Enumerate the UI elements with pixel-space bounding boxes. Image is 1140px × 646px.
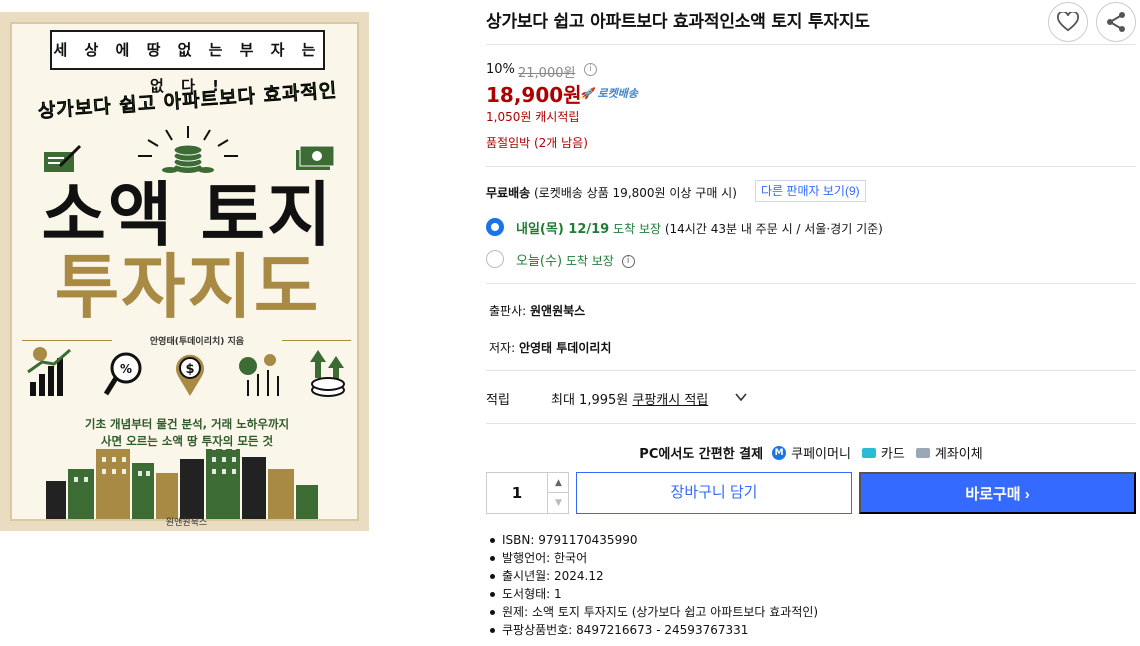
buy-now-label: 바로구매 xyxy=(965,486,1021,503)
buy-now-button[interactable]: 바로구매 › xyxy=(859,472,1136,514)
quantity-increase-icon[interactable]: ▲ xyxy=(547,473,569,493)
free-shipping-label: 무료배송 xyxy=(486,186,531,200)
publisher-info: 출판사: 원앤원북스 xyxy=(489,302,585,319)
heart-icon xyxy=(1057,12,1079,32)
list-item: 출시년월: 2024.12 xyxy=(488,567,818,585)
product-title: 상가보다 쉽고 아파트보다 효과적인소액 토지 투자지도 xyxy=(486,12,870,32)
points-divider xyxy=(486,423,1136,424)
cover-finance-symbols: % $ xyxy=(27,347,345,397)
cover-title-line1: 소액 토지 xyxy=(41,174,334,256)
author-info: 저자: 안영태 투데이리치 xyxy=(489,339,611,356)
author-name: 안영태 투데이리치 xyxy=(518,341,612,355)
list-item: 원제: 소액 토지 투자지도 (상가보다 쉽고 아파트보다 효과적인) xyxy=(488,603,818,621)
delivery-note: (14시간 43분 내 주문 시 / 서울·경기 기준) xyxy=(664,222,883,236)
payment-method-bank: 계좌이체 xyxy=(934,447,983,462)
price-divider xyxy=(486,166,1136,167)
shipping-divider xyxy=(486,283,1136,284)
location-dollar-icon: $ xyxy=(176,354,204,396)
arrows-coins-icon xyxy=(310,350,345,397)
publisher-name: 원앤원북스 xyxy=(530,304,586,318)
payment-method-coupay: 쿠페이머니 xyxy=(791,447,851,462)
payment-method-card: 카드 xyxy=(880,447,905,462)
meta-divider xyxy=(486,370,1136,371)
discount-rate: 10% xyxy=(486,62,515,77)
stock-notice: 품절임박 (2개 남음) xyxy=(486,136,588,150)
author-label: 저자: xyxy=(489,341,516,355)
chevron-right-icon: › xyxy=(1024,486,1030,503)
rocket-delivery-badge: 🚀 로켓배송 xyxy=(580,87,639,100)
book-cover-image[interactable]: 세 상 에 땅 없 는 부 자 는 없 다 ! 상가보다 쉽고 아파트보다 효과… xyxy=(0,12,369,531)
cash-bundle-icon xyxy=(296,145,335,170)
points-label: 적립 xyxy=(486,393,510,408)
points-value[interactable]: 최대 1,995원 쿠팡캐시 적립 xyxy=(551,389,708,408)
chevron-down-icon[interactable] xyxy=(734,390,748,404)
cover-money-icons xyxy=(44,126,335,173)
free-shipping-info: 무료배송 (로켓배송 상품 19,800원 이상 구매 시) xyxy=(486,184,737,201)
cover-publisher-logo: 원앤원북스 xyxy=(165,518,208,528)
cover-frame: 세 상 에 땅 없 는 부 자 는 없 다 ! 상가보다 쉽고 아파트보다 효과… xyxy=(10,22,359,528)
points-link[interactable]: 쿠팡캐시 적립 xyxy=(632,393,708,408)
add-to-cart-button[interactable]: 장바구니 담기 xyxy=(576,472,852,514)
cover-subtitle-line1: 기초 개념부터 물건 분석, 거래 노하우까지 xyxy=(42,416,332,432)
other-sellers-button[interactable]: 다른 판매자 보기(9) xyxy=(755,180,866,202)
easy-payment-row: PC에서도 간편한 결제 M 쿠페이머니 카드 계좌이체 xyxy=(486,443,1136,462)
free-shipping-condition: (로켓배송 상품 19,800원 이상 구매 시) xyxy=(534,186,737,200)
points-prefix: 최대 1,995원 xyxy=(551,393,629,408)
list-item: 도서형태: 1 xyxy=(488,585,818,603)
delivery-option-tomorrow[interactable]: 내일(목) 12/19 도착 보장 (14시간 43분 내 주문 시 / 서울·… xyxy=(516,218,883,237)
list-item: 발행언어: 한국어 xyxy=(488,549,818,567)
cover-title-line2: 투자지도 xyxy=(54,246,321,328)
share-icon xyxy=(1107,12,1125,32)
cash-reward: 1,050원 캐시적립 xyxy=(486,110,580,124)
spec-list: ISBN: 9791170435990 발행언어: 한국어 출시년월: 2024… xyxy=(488,531,818,639)
quantity-value[interactable]: 1 xyxy=(487,473,547,513)
price-info-icon[interactable]: i xyxy=(584,63,597,76)
delivery-option-today[interactable]: 오늘(수) 도착 보장 i xyxy=(516,250,635,269)
coin-stack-icon xyxy=(162,144,214,173)
svg-text:$: $ xyxy=(185,362,194,377)
delivery-option-radio-today[interactable] xyxy=(486,250,504,268)
title-divider xyxy=(486,44,1136,45)
list-item: 쿠팡상품번호: 8497216673 - 24593767331 xyxy=(488,621,818,639)
delivery-option-radio-tomorrow[interactable] xyxy=(486,218,504,236)
wishlist-button[interactable] xyxy=(1048,2,1088,42)
magnifier-percent-icon: % xyxy=(103,352,142,396)
quantity-decrease-icon[interactable]: ▼ xyxy=(547,493,569,513)
rocket-badge-label: 로켓배송 xyxy=(597,87,639,100)
delivery-guarantee: 도착 보장 xyxy=(613,222,662,236)
contract-pen-icon xyxy=(44,144,82,172)
delivery-date: 내일(목) 12/19 xyxy=(516,222,610,237)
quantity-stepper[interactable]: 1 ▲ ▼ xyxy=(486,472,569,514)
cover-top-banner: 세 상 에 땅 없 는 부 자 는 없 다 ! xyxy=(50,30,325,95)
publisher-label: 출판사: xyxy=(489,304,527,318)
money-bag-growth-icon xyxy=(239,354,279,396)
cover-subtitle-line2: 사면 오르는 소액 땅 투자의 모든 것 xyxy=(42,433,332,449)
list-item: ISBN: 9791170435990 xyxy=(488,531,818,549)
coupay-money-icon: M xyxy=(772,445,787,460)
card-icon xyxy=(861,447,876,458)
easy-payment-label: PC에서도 간편한 결제 xyxy=(639,447,764,462)
delivery-date: 오늘(수) xyxy=(516,254,563,269)
delivery-info-icon[interactable]: i xyxy=(621,255,635,268)
delivery-guarantee: 도착 보장 xyxy=(565,254,614,268)
svg-text:%: % xyxy=(120,362,132,376)
chart-up-icon xyxy=(27,347,71,396)
bank-transfer-icon xyxy=(915,447,930,458)
sale-price: 18,900원 xyxy=(486,83,582,107)
share-button[interactable] xyxy=(1096,2,1136,42)
